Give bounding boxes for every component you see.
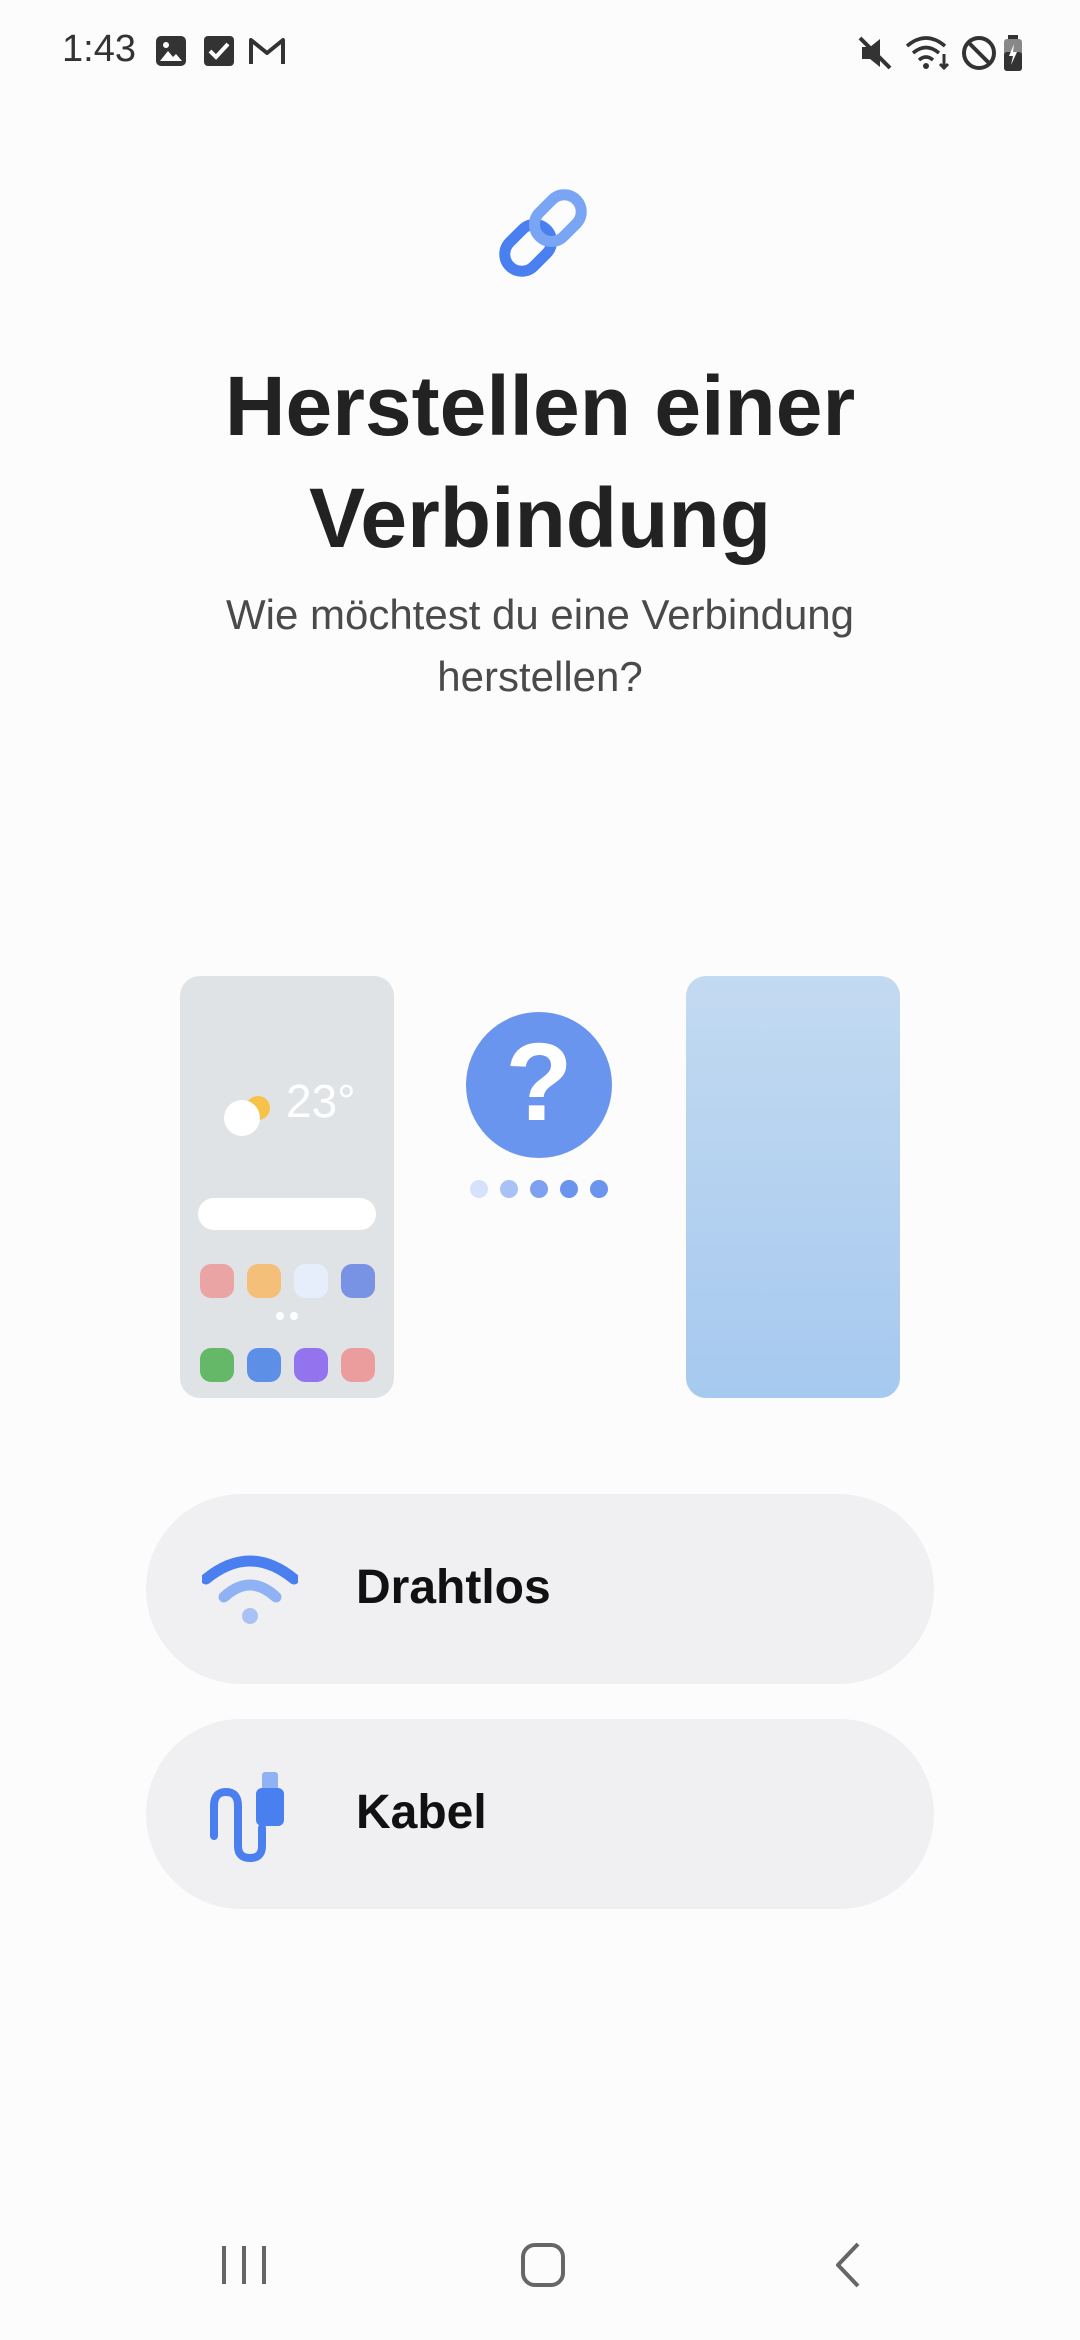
app-icon (200, 1348, 234, 1382)
gmail-icon (249, 38, 285, 64)
cable-option-button[interactable]: Kabel (146, 1719, 934, 1909)
app-icon (247, 1264, 281, 1298)
home-icon[interactable] (518, 2240, 568, 2290)
app-icon (247, 1348, 281, 1382)
app-icon (294, 1264, 328, 1298)
status-bar: 1:43 (0, 0, 1080, 104)
cable-icon (210, 1772, 284, 1862)
title-line-2: Verbindung (309, 471, 771, 565)
wifi-icon (905, 36, 950, 71)
target-phone-illustration (686, 976, 900, 1398)
app-icon (294, 1348, 328, 1382)
subtitle-line-1: Wie möchtest du eine Verbindung (225, 591, 855, 638)
wireless-option-label: Drahtlos (356, 1561, 551, 1614)
search-bar-illustration (198, 1198, 376, 1230)
progress-dot (500, 1180, 518, 1198)
weather-icon (224, 1096, 270, 1136)
progress-dot (560, 1180, 578, 1198)
title-line-1: Herstellen einer (224, 359, 856, 453)
progress-dot (530, 1180, 548, 1198)
wireless-option-button[interactable]: Drahtlos (146, 1494, 934, 1684)
app-icon (341, 1348, 375, 1382)
app-icon (200, 1264, 234, 1298)
wifi-icon (202, 1555, 298, 1624)
subtitle-line-2: herstellen? (437, 653, 643, 700)
progress-dot (590, 1180, 608, 1198)
page-indicator-dot (290, 1312, 298, 1320)
page-subtitle: Wie möchtest du eine Verbindung herstell… (140, 584, 940, 708)
do-not-disturb-icon (962, 36, 996, 70)
link-icon (499, 189, 587, 277)
mute-icon (858, 36, 892, 70)
recent-apps-icon[interactable] (216, 2240, 272, 2290)
question-icon: ? (466, 1012, 612, 1158)
app-icon (341, 1264, 375, 1298)
battery-icon (1004, 35, 1022, 71)
question-mark: ? (505, 1021, 573, 1144)
checkbox-icon (204, 36, 234, 66)
page-title: Herstellen einer Verbindung (0, 350, 1080, 574)
back-icon[interactable] (828, 2240, 868, 2290)
page-indicator-dot (276, 1312, 284, 1320)
gallery-icon (156, 36, 186, 66)
status-time: 1:43 (62, 28, 136, 70)
source-phone-illustration: 23° (180, 976, 394, 1398)
cable-option-label: Kabel (356, 1786, 487, 1839)
weather-temp: 23° (286, 1075, 356, 1127)
progress-dot (470, 1180, 488, 1198)
